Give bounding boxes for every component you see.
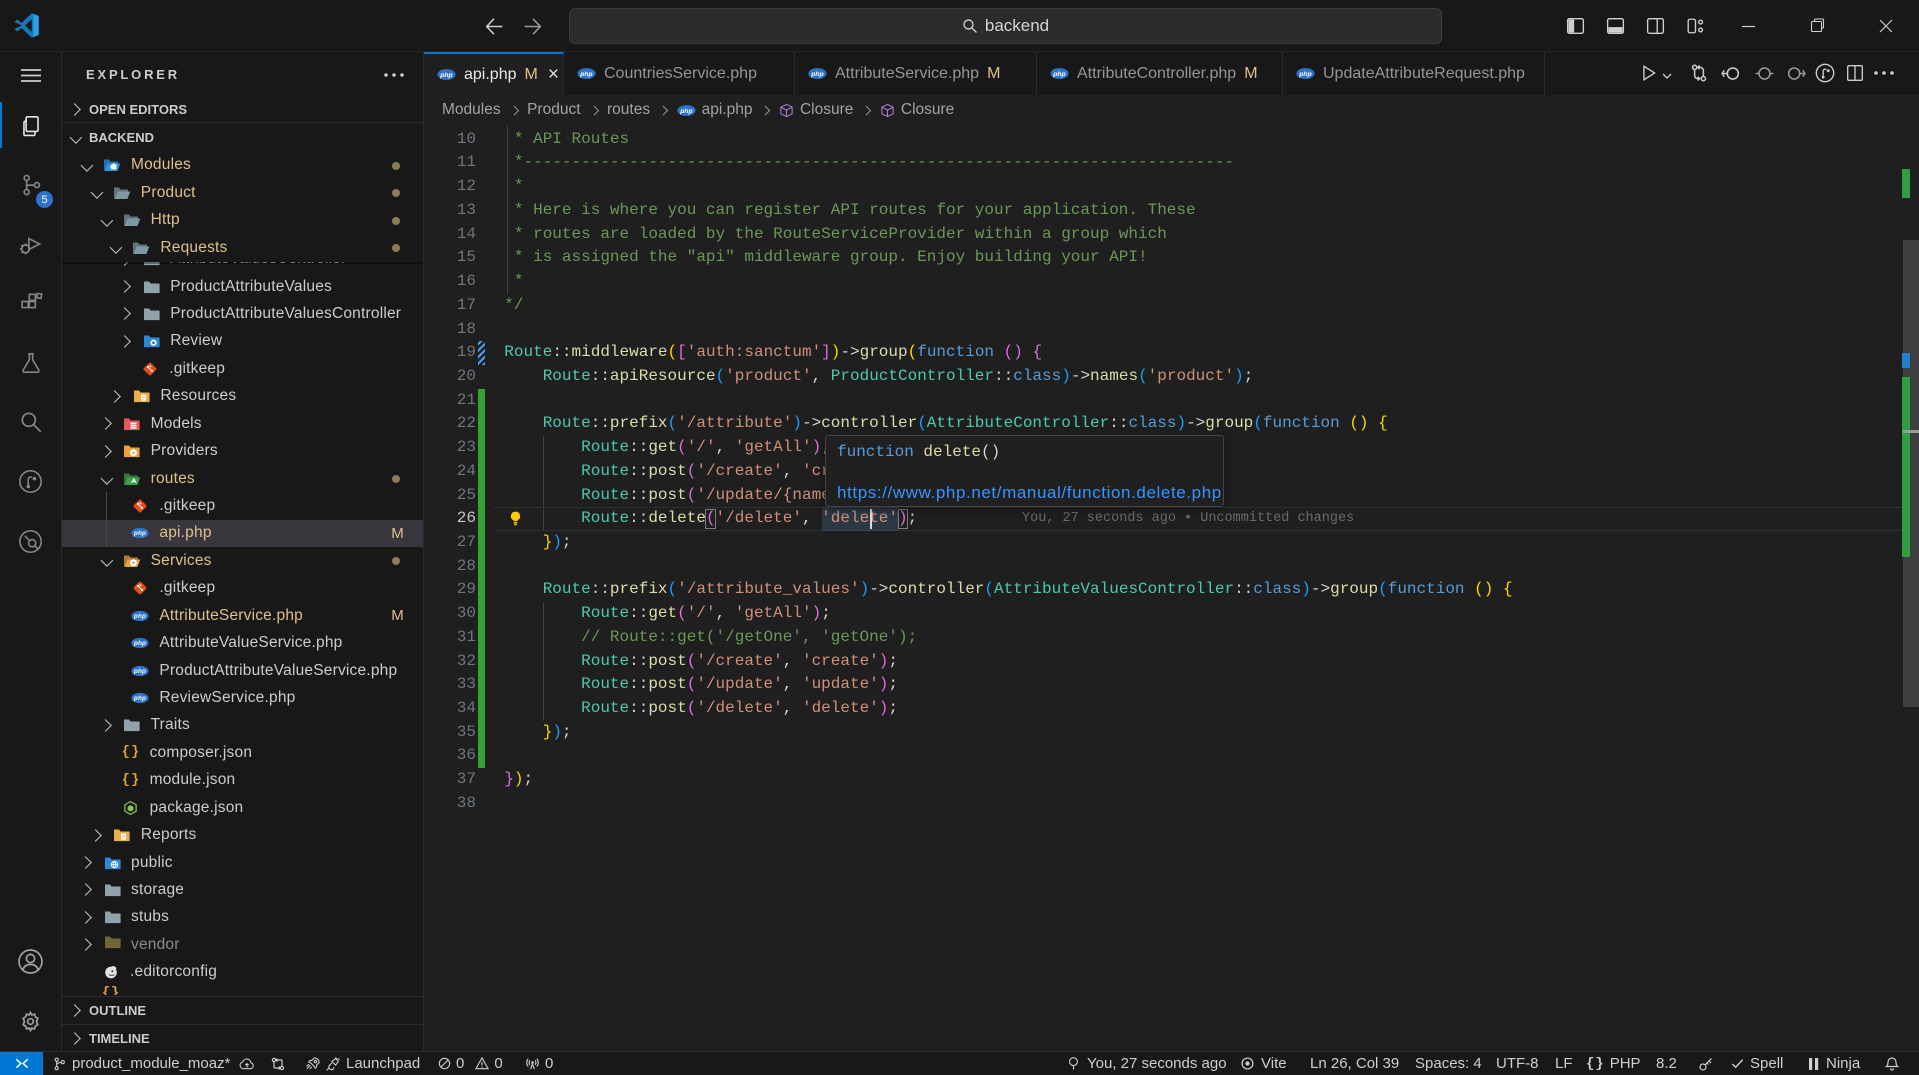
svg-text:php: php: [810, 71, 823, 78]
svg-text:php: php: [1052, 71, 1065, 78]
svg-text:php: php: [679, 107, 692, 114]
svg-text:php: php: [1298, 71, 1311, 78]
svg-text:php: php: [133, 640, 146, 647]
svg-text:php: php: [133, 531, 146, 538]
svg-text:php: php: [439, 72, 452, 79]
svg-text:php: php: [133, 668, 146, 675]
svg-text:php: php: [579, 71, 592, 78]
svg-text:php: php: [133, 695, 146, 702]
svg-text:php: php: [133, 613, 146, 620]
